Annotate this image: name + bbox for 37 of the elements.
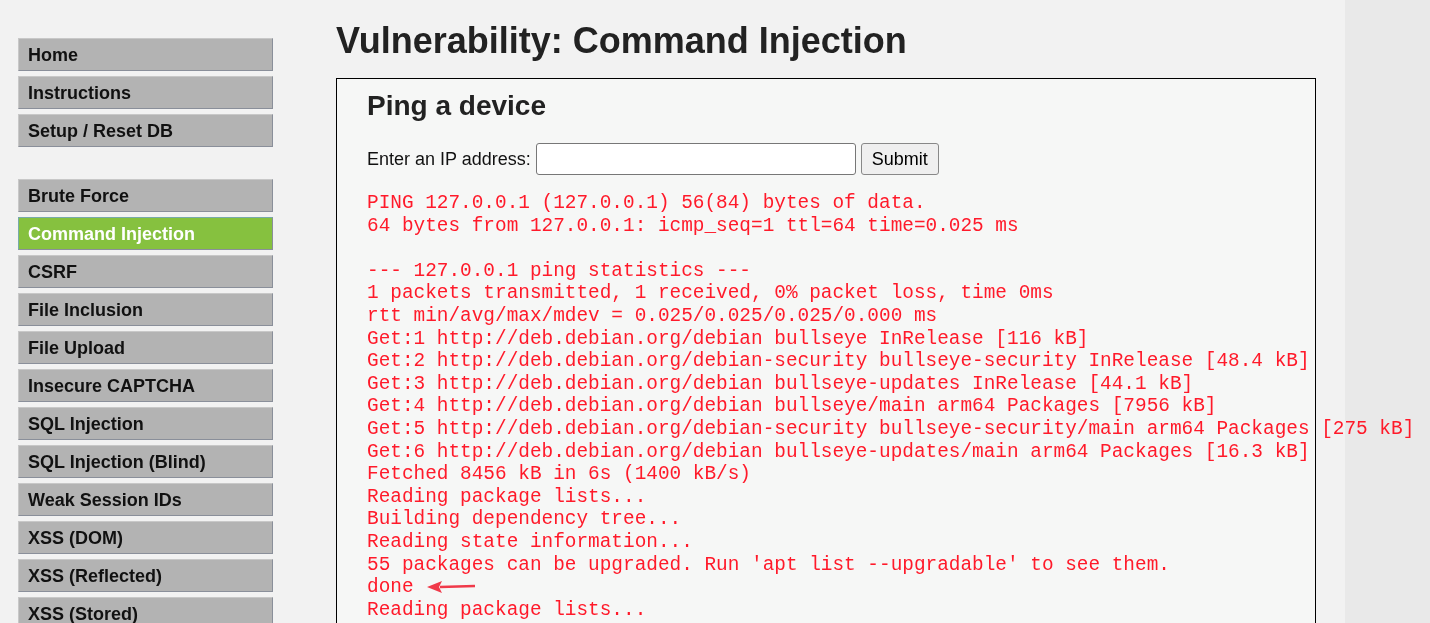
command-output-line: done (367, 576, 414, 599)
nav-menu-item[interactable]: Home (18, 38, 273, 71)
command-output-line: Fetched 8456 kB in 6s (1400 kB/s) (367, 463, 751, 486)
nav-menu-item[interactable]: File Upload (18, 331, 273, 364)
nav-menu-item[interactable]: Setup / Reset DB (18, 114, 273, 147)
section-heading: Ping a device (367, 89, 547, 123)
nav-menu-item[interactable]: SQL Injection (Blind) (18, 445, 273, 478)
command-output-line: Reading package lists... (367, 485, 647, 509)
submit-button[interactable]: Submit (860, 143, 939, 175)
nav-menu-item[interactable]: Insecure CAPTCHA (18, 369, 273, 402)
nav-menu-item[interactable]: XSS (Stored) (18, 597, 273, 623)
nav-menu-item[interactable]: XSS (Reflected) (18, 559, 273, 592)
command-output-line: 1 packets transmitted, 1 received, 0% packet loss, time 0ms (367, 282, 1054, 305)
field-label: Enter an IP address: (367, 148, 531, 170)
command-output-line: Reading state information... (367, 530, 693, 554)
nav-menu-item[interactable]: Brute Force (18, 179, 273, 212)
nav-menu-item[interactable]: XSS (DOM) (18, 521, 273, 554)
command-output-line: Building dependency tree... (367, 508, 682, 531)
command-output-line: Get:2 http://deb.debian.org/debian-security bullseye-security InRelease [48.4 kB] (367, 350, 1310, 373)
nav-menu-item[interactable]: Instructions (18, 76, 273, 109)
page-title: Vulnerability: Command Injection (336, 20, 908, 62)
command-output-line: 55 packages can be upgraded. Run 'apt list --upgradable' to see them. (367, 553, 1170, 577)
command-output-line: Get:4 http://deb.debian.org/debian bullseye/main arm64 Packages [7956 kB] (367, 395, 1217, 418)
command-output-line: --- 127.0.0.1 ping statistics --- (367, 259, 751, 283)
nav-menu-item[interactable]: Weak Session IDs (18, 483, 273, 516)
command-output-line: rtt min/avg/max/mdev = 0.025/0.025/0.025/0.000 ms (367, 304, 938, 328)
nav-menu-item[interactable]: CSRF (18, 255, 273, 288)
command-output-line: PING 127.0.0.1 (127.0.0.1) 56(84) bytes of data. (367, 192, 926, 215)
command-output-line: Get:5 http://deb.debian.org/debian-security bullseye-security/main arm64 Packages [275 kB] (367, 417, 1415, 441)
nav-menu-item[interactable]: SQL Injection (18, 407, 273, 440)
command-output-line: Reading package lists... (367, 598, 647, 622)
command-output-line: Get:1 http://deb.debian.org/debian bullseye InRelease [116 kB] (367, 327, 1089, 351)
command-output-line: Get:6 http://deb.debian.org/debian bullseye-updates/main arm64 Packages [16.3 kB] (367, 440, 1310, 464)
nav-menu-item[interactable]: File Inclusion (18, 293, 273, 326)
command-output-line: 64 bytes from 127.0.0.1: icmp_seq=1 ttl=64 time=0.025 ms (367, 214, 1019, 238)
command-output-line: Get:3 http://deb.debian.org/debian bullseye-updates InRelease [44.1 kB] (367, 372, 1194, 396)
ip-address-input[interactable] (535, 143, 856, 175)
